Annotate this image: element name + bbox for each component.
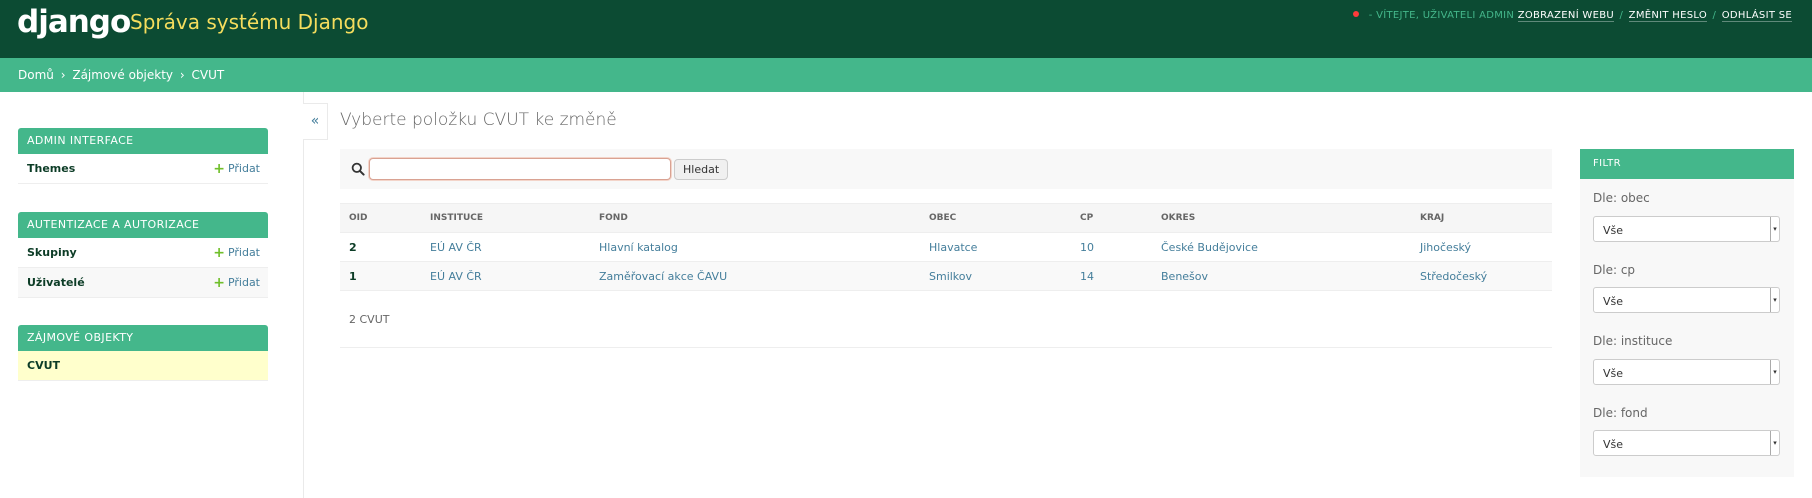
cell-obec: Smilkov bbox=[920, 261, 1071, 291]
filter-title: FILTR bbox=[1580, 149, 1794, 179]
filter-select-cp[interactable]: Vše ▾ bbox=[1593, 287, 1780, 313]
logout-link[interactable]: ODHLÁSIT SE bbox=[1721, 10, 1792, 22]
breadcrumb-app[interactable]: Zájmové objekty bbox=[72, 68, 173, 82]
result-count: 2 CVUT bbox=[349, 313, 390, 326]
search-button[interactable]: Hledat bbox=[674, 159, 729, 180]
cell-cp: 10 bbox=[1071, 232, 1152, 262]
dropdown-arrow-icon: ▾ bbox=[1770, 288, 1779, 312]
filter-panel: FILTR Dle: obec Vše ▾ Dle: cp Vše ▾ Dle:… bbox=[1580, 149, 1794, 477]
filter-select-fond[interactable]: Vše ▾ bbox=[1593, 430, 1780, 456]
view-site-link[interactable]: ZOBRAZENÍ WEBU bbox=[1517, 10, 1615, 22]
sidebar-item-themes[interactable]: Themes + Přidat bbox=[18, 154, 268, 184]
app-zajmove-objekty: ZÁJMOVÉ OBJEKTY CVUT bbox=[18, 325, 268, 381]
add-groups-link[interactable]: + Přidat bbox=[213, 245, 260, 261]
filter-select-obec[interactable]: Vše ▾ bbox=[1593, 216, 1780, 242]
filter-label-fond: Dle: fond bbox=[1593, 406, 1648, 420]
toggle-sidebar-button[interactable]: « bbox=[303, 103, 328, 140]
filter-label-instituce: Dle: instituce bbox=[1593, 334, 1673, 348]
column-header-okres[interactable]: OKRES bbox=[1152, 203, 1411, 233]
django-logo[interactable]: django bbox=[17, 4, 131, 40]
add-users-link[interactable]: + Přidat bbox=[213, 275, 260, 291]
column-header-instituce[interactable]: INSTITUCE bbox=[421, 203, 590, 233]
model-link-users[interactable]: Uživatelé bbox=[27, 276, 85, 289]
add-themes-link[interactable]: + Přidat bbox=[213, 161, 260, 177]
cell-obec: Hlavatce bbox=[920, 232, 1071, 262]
plus-icon: + bbox=[213, 275, 225, 291]
cell-oid-link[interactable]: 2 bbox=[340, 232, 421, 262]
cell-instituce: EÚ AV ČR bbox=[421, 261, 590, 291]
sidebar-item-groups[interactable]: Skupiny + Přidat bbox=[18, 238, 268, 268]
cell-kraj: Středočeský bbox=[1411, 261, 1552, 291]
paginator: 2 CVUT bbox=[340, 293, 1552, 348]
table-header-row: OID INSTITUCE FOND OBEC CP OKRES KRAJ bbox=[340, 203, 1552, 233]
cell-cp: 14 bbox=[1071, 261, 1152, 291]
dropdown-arrow-icon: ▾ bbox=[1770, 217, 1779, 241]
page-title: Vyberte položku CVUT ke změně bbox=[340, 110, 617, 130]
app-admin-interface: ADMIN INTERFACE Themes + Přidat bbox=[18, 128, 268, 184]
welcome-text: - VÍTEJTE, UŽIVATELI bbox=[1368, 10, 1476, 21]
cell-instituce: EÚ AV ČR bbox=[421, 232, 590, 262]
app-caption[interactable]: ADMIN INTERFACE bbox=[18, 128, 268, 154]
user-tools: - VÍTEJTE, UŽIVATELI ADMIN ZOBRAZENÍ WEB… bbox=[1353, 10, 1792, 22]
search-toolbar: Hledat bbox=[340, 149, 1552, 189]
table-row: 1 EÚ AV ČR Zaměřovací akce ČAVU Smilkov … bbox=[340, 261, 1552, 291]
column-header-kraj[interactable]: KRAJ bbox=[1411, 203, 1552, 233]
cell-okres: Benešov bbox=[1152, 261, 1411, 291]
username: ADMIN bbox=[1479, 10, 1515, 21]
model-link-groups[interactable]: Skupiny bbox=[27, 246, 77, 259]
app-auth: AUTENTIZACE A AUTORIZACE Skupiny + Přidat… bbox=[18, 212, 268, 298]
dropdown-arrow-icon: ▾ bbox=[1770, 431, 1779, 455]
cell-kraj: Jihočeský bbox=[1411, 232, 1552, 262]
cell-oid-link[interactable]: 1 bbox=[340, 261, 421, 291]
breadcrumb-current: CVUT bbox=[191, 68, 225, 82]
sidebar-item-users[interactable]: Uživatelé + Přidat bbox=[18, 268, 268, 298]
filter-select-instituce[interactable]: Vše ▾ bbox=[1593, 359, 1780, 385]
column-header-obec[interactable]: OBEC bbox=[920, 203, 1071, 233]
column-header-cp[interactable]: CP bbox=[1071, 203, 1152, 233]
search-input[interactable] bbox=[369, 158, 671, 180]
cell-fond: Zaměřovací akce ČAVU bbox=[590, 261, 920, 291]
app-caption[interactable]: ZÁJMOVÉ OBJEKTY bbox=[18, 325, 268, 351]
cell-fond: Hlavní katalog bbox=[590, 232, 920, 262]
result-list-table: OID INSTITUCE FOND OBEC CP OKRES KRAJ 2 … bbox=[340, 203, 1552, 291]
status-dot-icon bbox=[1353, 11, 1360, 17]
search-icon bbox=[351, 162, 365, 176]
dropdown-arrow-icon: ▾ bbox=[1770, 360, 1779, 384]
breadcrumb-home[interactable]: Domů bbox=[18, 68, 54, 82]
site-header: django Správa systému Django - VÍTEJTE, … bbox=[0, 0, 1812, 58]
plus-icon: + bbox=[213, 161, 225, 177]
nav-sidebar: ADMIN INTERFACE Themes + Přidat AUTENTIZA… bbox=[0, 92, 304, 498]
model-link-cvut[interactable]: CVUT bbox=[27, 359, 60, 372]
cell-okres: České Budějovice bbox=[1152, 232, 1411, 262]
change-password-link[interactable]: ZMĚNIT HESLO bbox=[1628, 10, 1708, 22]
site-name[interactable]: Správa systému Django bbox=[130, 10, 368, 34]
column-header-oid[interactable]: OID bbox=[340, 203, 421, 233]
model-link-themes[interactable]: Themes bbox=[27, 162, 75, 175]
filter-label-cp: Dle: cp bbox=[1593, 263, 1636, 277]
sidebar-item-cvut[interactable]: CVUT bbox=[18, 351, 268, 381]
table-row: 2 EÚ AV ČR Hlavní katalog Hlavatce 10 Če… bbox=[340, 232, 1552, 262]
column-header-fond[interactable]: FOND bbox=[590, 203, 920, 233]
app-caption[interactable]: AUTENTIZACE A AUTORIZACE bbox=[18, 212, 268, 238]
breadcrumb: Domů › Zájmové objekty › CVUT bbox=[0, 58, 1812, 92]
filter-label-obec: Dle: obec bbox=[1593, 191, 1650, 205]
plus-icon: + bbox=[213, 245, 225, 261]
